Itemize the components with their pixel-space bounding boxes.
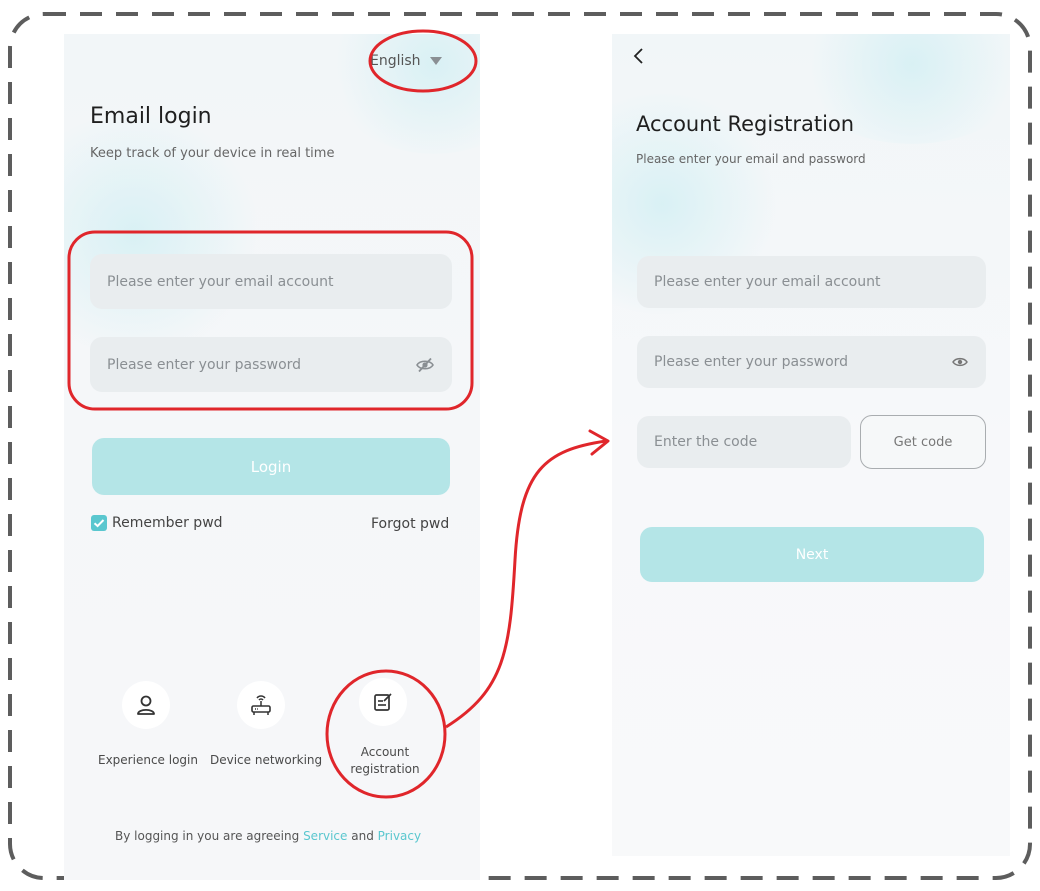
language-selector[interactable]: English	[370, 53, 443, 69]
page-title: Email login	[90, 104, 212, 129]
email-placeholder: Please enter your email account	[654, 274, 881, 290]
remember-label: Remember pwd	[112, 515, 223, 531]
page-subtitle: Keep track of your device in real time	[90, 146, 335, 161]
code-placeholder: Enter the code	[654, 434, 758, 450]
get-code-button[interactable]: Get code	[860, 415, 986, 469]
terms-and: and	[351, 829, 374, 843]
page-subtitle: Please enter your email and password	[636, 152, 866, 166]
remember-password-checkbox[interactable]: Remember pwd	[91, 515, 223, 531]
password-input[interactable]: Please enter your password	[90, 337, 452, 392]
arrow-head	[588, 429, 610, 456]
edit-form-icon	[374, 693, 392, 711]
page-title: Account Registration	[636, 112, 855, 136]
experience-login-label: Experience login	[98, 753, 198, 767]
login-button[interactable]: Login	[92, 438, 450, 495]
email-input[interactable]: Please enter your email account	[637, 256, 986, 308]
router-icon	[251, 695, 271, 715]
caret-down-icon	[429, 57, 442, 65]
user-icon	[137, 695, 155, 715]
language-label: English	[370, 53, 421, 69]
device-networking-button[interactable]	[237, 681, 285, 729]
chevron-left-icon	[633, 48, 643, 64]
eye-slash-icon[interactable]	[416, 357, 434, 373]
email-placeholder: Please enter your email account	[107, 273, 334, 290]
account-registration-label-line2: registration	[350, 762, 420, 776]
account-registration-label: Account registration	[349, 744, 421, 778]
terms-footer: By logging in you are agreeing Service a…	[115, 829, 421, 843]
background-glow	[324, 34, 480, 154]
password-placeholder: Please enter your password	[654, 354, 849, 370]
checkbox-checked-icon	[91, 515, 107, 531]
forgot-password-link[interactable]: Forgot pwd	[371, 516, 449, 532]
experience-login-button[interactable]	[122, 681, 170, 729]
device-networking-label: Device networking	[210, 753, 323, 767]
account-registration-label-line1: Account	[360, 745, 410, 759]
email-login-screen: English Email login Keep track of your d…	[64, 34, 480, 880]
back-button[interactable]	[632, 46, 644, 70]
email-input[interactable]: Please enter your email account	[90, 254, 452, 309]
account-registration-button[interactable]	[359, 678, 407, 726]
password-input[interactable]: Please enter your password	[637, 336, 986, 388]
account-registration-screen: Account Registration Please enter your e…	[612, 34, 1010, 856]
terms-prefix: By logging in you are agreeing	[115, 829, 300, 843]
password-placeholder: Please enter your password	[107, 356, 302, 373]
next-button[interactable]: Next	[640, 527, 984, 582]
privacy-link[interactable]: Privacy	[378, 829, 421, 843]
eye-icon[interactable]	[952, 356, 968, 368]
verification-code-input[interactable]: Enter the code	[637, 416, 851, 468]
service-link[interactable]: Service	[303, 829, 347, 843]
